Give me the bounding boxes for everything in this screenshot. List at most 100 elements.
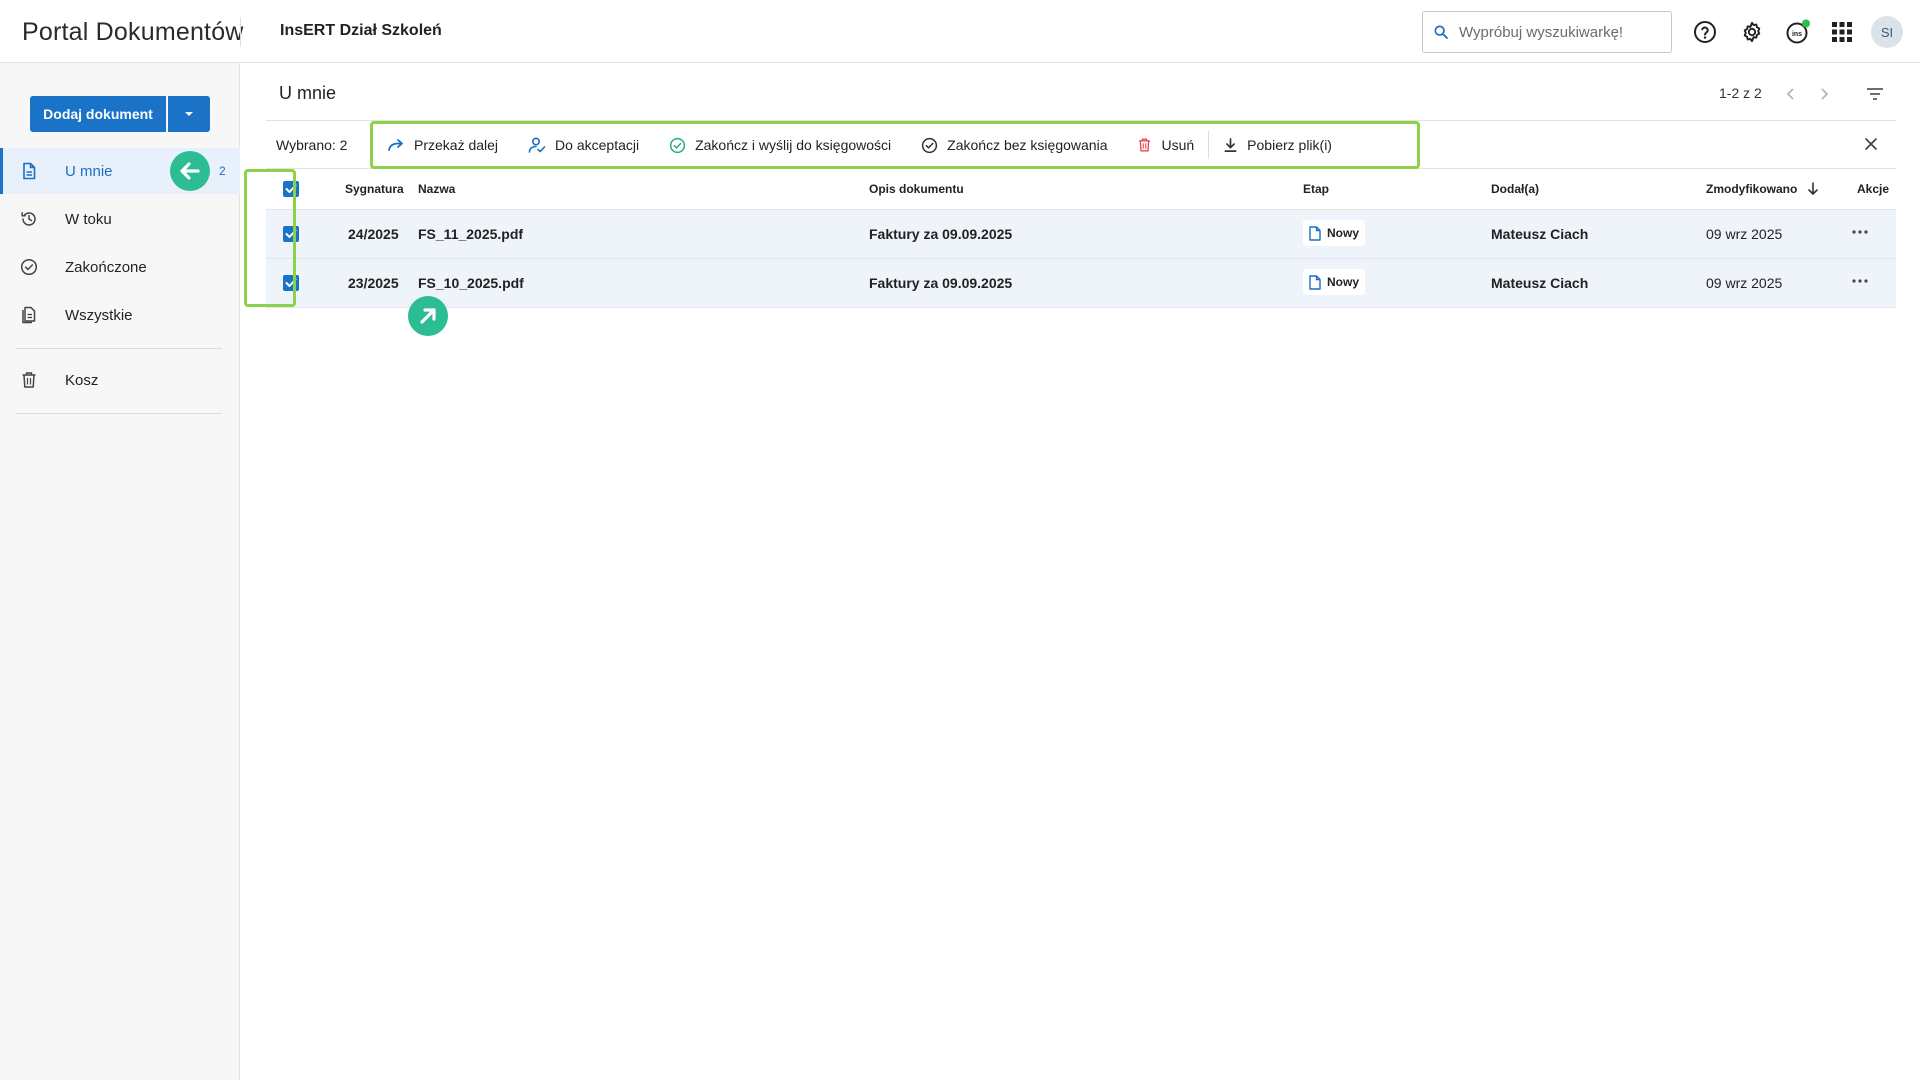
top-bar: Portal Dokumentów InsERT Dział Szkoleń i… (0, 0, 1920, 63)
ins-assistant-icon[interactable]: ins (1784, 18, 1812, 46)
trash-icon (22, 372, 36, 388)
documents-icon (22, 306, 36, 324)
column-header-description[interactable]: Opis dokumentu (869, 182, 964, 196)
pagination-text: 1-2 z 2 (1719, 85, 1762, 101)
table-row[interactable]: 24/2025 FS_11_2025.pdf Faktury za 09.09.… (266, 210, 1896, 259)
check-circle-icon (922, 137, 938, 153)
add-document-button[interactable]: Dodaj dokument (30, 96, 166, 132)
clock-history-icon (21, 212, 36, 226)
sidebar-divider (16, 348, 222, 349)
user-check-icon (528, 137, 546, 153)
table-header: Sygnatura Nazwa Opis dokumentu Etap Doda… (266, 169, 1896, 210)
column-header-signature[interactable]: Sygnatura (345, 182, 404, 196)
sidebar: Dodaj dokument U mnie 2 W toku Zakończon… (0, 63, 240, 1080)
row-description: Faktury za 09.09.2025 (869, 226, 1013, 242)
finish-without-posting-label: Zakończ bez księgowania (947, 137, 1108, 153)
file-icon (1309, 225, 1321, 241)
more-horizontal-icon (1852, 230, 1868, 234)
sidebar-item-label: Zakończone (65, 258, 147, 276)
row-modified-date: 09 wrz 2025 (1706, 226, 1783, 242)
chevron-left-icon (1786, 88, 1794, 100)
forward-button[interactable]: Przekaż dalej (387, 130, 498, 160)
filter-icon (1867, 88, 1883, 100)
add-document-dropdown[interactable] (168, 96, 210, 132)
share-arrow-icon (388, 139, 403, 151)
help-icon[interactable] (1691, 18, 1719, 46)
clear-selection-button[interactable] (1860, 133, 1882, 155)
sidebar-item-label: W toku (65, 210, 112, 228)
row-signature: 24/2025 (348, 226, 399, 242)
avatar[interactable]: SI (1871, 16, 1903, 48)
page-title: U mnie (279, 83, 337, 103)
sidebar-item-w-toku[interactable]: W toku (0, 196, 240, 242)
stage-badge: Nowy (1303, 220, 1366, 246)
finish-and-send-label: Zakończ i wyślij do księgowości (695, 137, 892, 153)
more-horizontal-icon (1852, 279, 1868, 283)
finish-without-posting-button[interactable]: Zakończ bez księgowania (921, 130, 1107, 160)
download-files-label: Pobierz plik(i) (1247, 137, 1332, 153)
svg-text:ins: ins (1792, 31, 1802, 38)
row-description: Faktury za 09.09.2025 (869, 275, 1013, 291)
check-circle-green-icon (669, 137, 686, 153)
column-header-modified[interactable]: Zmodyfikowano (1706, 182, 1797, 196)
selection-toolbar: Wybrano: 2 Przekaż dalej Do akceptacji Z… (266, 121, 1896, 169)
stage-badge: Nowy (1303, 269, 1366, 295)
sidebar-item-zakonczone[interactable]: Zakończone (0, 244, 240, 290)
app-title[interactable]: Portal Dokumentów (22, 18, 244, 47)
apps-grid-icon[interactable] (1828, 18, 1856, 46)
download-files-button[interactable]: Pobierz plik(i) (1223, 130, 1332, 160)
stage-label: Nowy (1327, 275, 1360, 289)
close-icon (1865, 138, 1877, 150)
selected-count: Wybrano: 2 (276, 137, 348, 153)
forward-label: Przekaż dalej (414, 137, 499, 153)
chevron-right-icon (1821, 88, 1829, 100)
document-icon (23, 162, 36, 180)
sidebar-divider (16, 413, 222, 414)
previous-page-button[interactable] (1780, 83, 1802, 105)
file-icon (1309, 274, 1321, 290)
gear-icon[interactable] (1738, 18, 1766, 46)
row-file-name[interactable]: FS_10_2025.pdf (418, 275, 524, 291)
filter-button[interactable] (1863, 82, 1887, 106)
row-file-name[interactable]: FS_11_2025.pdf (418, 226, 523, 242)
column-header-actions: Akcje (1857, 182, 1890, 196)
row-actions-button[interactable] (1848, 271, 1872, 291)
caret-down-icon (185, 112, 193, 116)
send-to-approval-label: Do akceptacji (555, 137, 640, 153)
column-header-stage[interactable]: Etap (1303, 182, 1329, 196)
trash-icon (1139, 138, 1151, 152)
table-row[interactable]: 23/2025 FS_10_2025.pdf Faktury za 09.09.… (266, 259, 1896, 308)
arrow-up-right-marker-icon (408, 296, 448, 336)
stage-label: Nowy (1327, 226, 1360, 240)
sidebar-item-kosz[interactable]: Kosz (0, 357, 240, 403)
sidebar-item-label: Kosz (65, 371, 99, 389)
sidebar-item-label: Wszystkie (65, 306, 133, 324)
row-added-by: Mateusz Ciach (1491, 226, 1589, 242)
sort-descending-icon[interactable] (1807, 182, 1819, 196)
row-modified-date: 09 wrz 2025 (1706, 275, 1783, 291)
sidebar-item-wszystkie[interactable]: Wszystkie (0, 292, 240, 338)
checkbox-highlight (244, 169, 296, 307)
check-circle-icon (20, 258, 38, 276)
arrow-left-marker-icon (170, 151, 210, 191)
send-to-approval-button[interactable]: Do akceptacji (528, 130, 639, 160)
company-name[interactable]: InsERT Dział Szkoleń (280, 22, 442, 40)
count-badge: 2 (219, 164, 226, 178)
sidebar-item-label: U mnie (65, 162, 113, 180)
row-signature: 23/2025 (348, 275, 399, 291)
next-page-button[interactable] (1813, 83, 1835, 105)
finish-and-send-to-accounting-button[interactable]: Zakończ i wyślij do księgowości (669, 130, 891, 160)
main-content: U mnie 1-2 z 2 Wybrano: 2 Przekaż dalej … (241, 63, 1920, 1080)
header-divider (240, 17, 241, 47)
search-box[interactable] (1422, 11, 1672, 53)
actions-divider (1208, 131, 1210, 159)
row-actions-button[interactable] (1848, 222, 1872, 242)
column-header-added-by[interactable]: Dodał(a) (1491, 182, 1539, 196)
search-icon (1434, 25, 1448, 39)
search-input[interactable] (1459, 23, 1659, 41)
delete-button[interactable]: Usuń (1137, 130, 1194, 160)
row-added-by: Mateusz Ciach (1491, 275, 1589, 291)
add-document-split-button: Dodaj dokument (30, 96, 210, 132)
column-header-name[interactable]: Nazwa (418, 182, 455, 196)
bulk-actions: Przekaż dalej Do akceptacji Zakończ i wy… (370, 121, 1420, 169)
